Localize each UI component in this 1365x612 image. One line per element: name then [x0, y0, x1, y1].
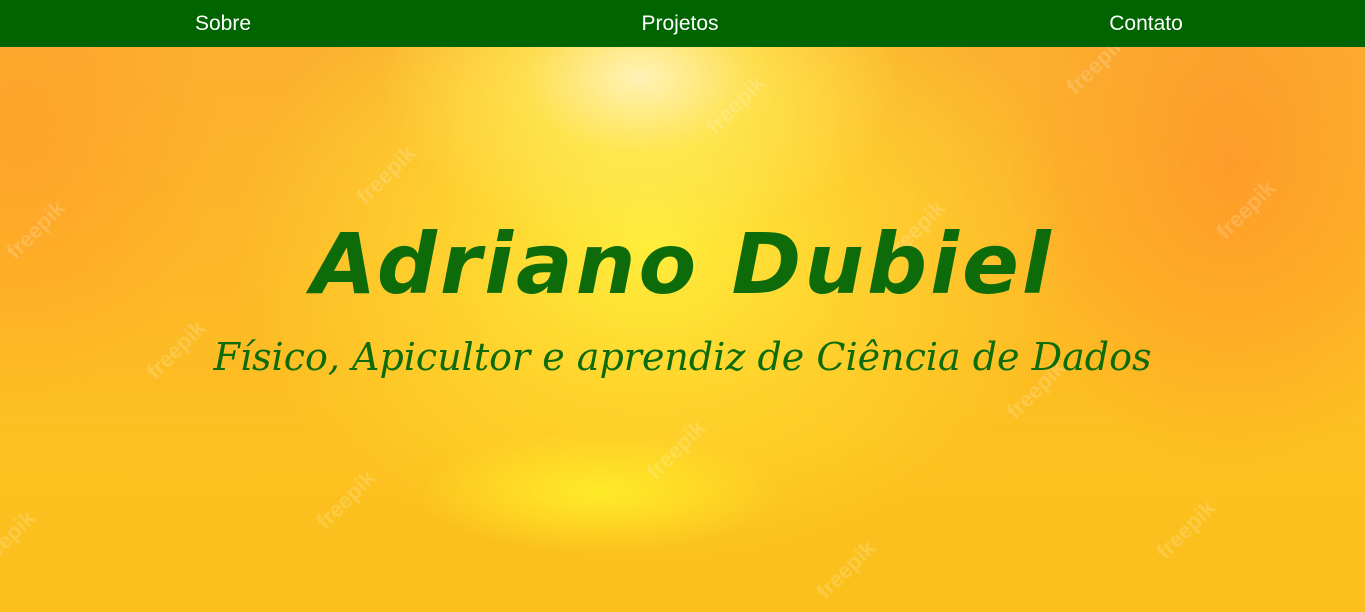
watermark-logo: freepik — [1061, 47, 1131, 99]
nav-link-projetos[interactable]: Projetos — [641, 0, 718, 47]
page-subtitle: Físico, Apicultor e aprendiz de Ciência … — [213, 335, 1152, 379]
watermark-logo: freepik — [811, 535, 881, 604]
nav-link-contato[interactable]: Contato — [1109, 0, 1183, 47]
watermark-logo: freepik — [641, 415, 711, 484]
hero-section: freepik freepik freepik freepik freepik … — [0, 47, 1365, 612]
watermark-logo: freepik — [1151, 495, 1221, 564]
top-navbar: Sobre Projetos Contato — [0, 0, 1365, 47]
watermark-logo: freepik — [701, 70, 771, 139]
watermark-logo: freepik — [351, 140, 421, 209]
watermark-logo: freepik — [0, 505, 41, 574]
watermark-logo: freepik — [311, 465, 381, 534]
page-title: Adriano Dubiel — [311, 215, 1054, 313]
nav-link-sobre[interactable]: Sobre — [195, 0, 251, 47]
